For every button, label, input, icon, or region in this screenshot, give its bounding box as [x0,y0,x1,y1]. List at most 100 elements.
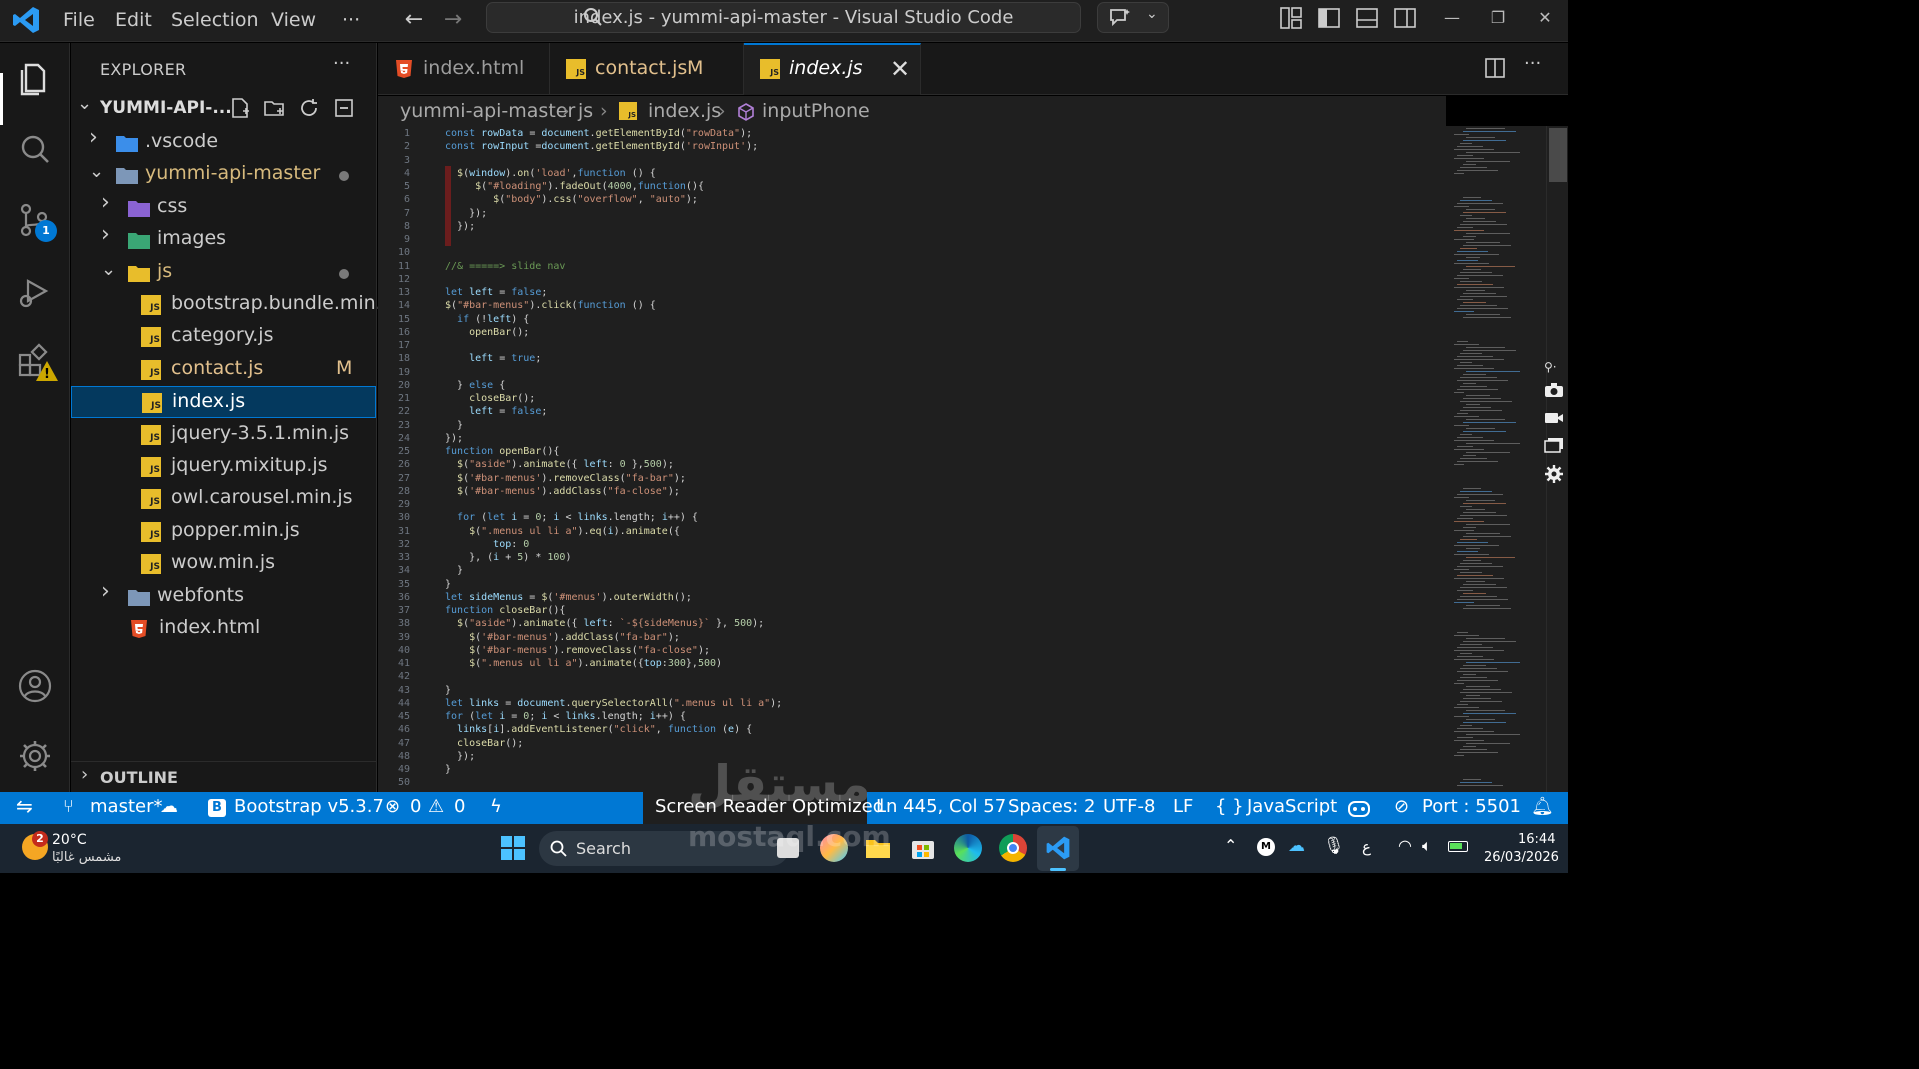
copilot-button[interactable]: ⌄ [1097,2,1169,33]
close-tab-icon[interactable]: ✕ [890,55,910,83]
tree-folder[interactable]: › images [71,222,376,256]
close-window-icon[interactable]: ✕ [1530,6,1560,30]
tree-file[interactable]: JS jquery-3.5.1.min.js [71,419,376,451]
menu-more[interactable]: ··· [338,7,364,33]
forward-arrow-icon[interactable]: → [440,6,466,34]
toggle-primary-sidebar-icon[interactable] [1317,6,1341,30]
vscode-app-icon[interactable] [1044,834,1072,862]
tab-index-html[interactable]: index.html [378,43,550,95]
tree-file[interactable]: JS contact.js M [71,354,376,386]
explorer-files-icon[interactable] [14,57,56,99]
toggle-secondary-sidebar-icon[interactable] [1393,6,1417,30]
run-debug-icon[interactable] [14,271,56,313]
branch-status[interactable]: master* [90,796,162,817]
wifi-icon[interactable]: ◠ [1398,836,1412,855]
toggle-panel-icon[interactable] [1355,6,1379,30]
video-camera-icon[interactable] [1544,410,1564,426]
new-file-icon[interactable] [229,97,251,119]
encoding[interactable]: UTF-8 [1103,796,1155,817]
minimize-icon[interactable]: — [1437,6,1467,30]
tree-file[interactable]: JS index.js [71,386,376,419]
js-icon: JS [141,521,161,542]
tree-file[interactable]: JS jquery.mixitup.js [71,451,376,483]
braces-icon: { } [1215,796,1244,817]
menu-selection[interactable]: Selection [167,7,263,33]
search-activity-icon[interactable] [14,129,56,171]
back-arrow-icon[interactable]: ← [401,6,427,34]
cloud-sync-icon[interactable]: ☁ [160,796,178,817]
editor-more-icon[interactable]: ··· [1524,53,1541,74]
volume-icon[interactable]: 🔈︎ [1422,836,1432,856]
error-count[interactable]: 0 [410,796,421,817]
settings-gear-icon[interactable] [14,735,56,777]
copilot-icon[interactable] [1346,797,1372,819]
code-editor[interactable]: 1 const rowData = document.getElementById… [378,126,1446,792]
tab-index-js[interactable]: JS index.js ✕ [744,43,921,95]
tab-contact-js[interactable]: JS contact.js M [550,43,744,95]
scroll-thumb[interactable] [1549,128,1567,182]
window-icon[interactable] [1544,437,1564,453]
cursor-position[interactable]: Ln 445, Col 57 [876,796,1006,817]
command-center[interactable]: index.js - yummi-api-master - Visual Stu… [486,2,1081,33]
tree-file[interactable]: JS wow.min.js [71,548,376,580]
bootstrap-status[interactable]: Bootstrap v5.3.7 [234,796,384,817]
tree-folder[interactable]: › .vscode [71,125,376,159]
language-indicator[interactable]: ع [1362,838,1371,856]
menu-edit[interactable]: Edit [111,7,156,33]
breadcrumb-symbol[interactable]: inputPhone [762,100,870,122]
microsoft-store-icon[interactable] [909,834,937,862]
outline-section[interactable]: › OUTLINE [71,761,376,791]
indentation[interactable]: Spaces: 2 [1008,796,1095,817]
accounts-icon[interactable] [14,665,56,707]
tree-file[interactable]: JS owl.carousel.min.js [71,483,376,515]
clock-date[interactable]: 26/03/2026 [1484,850,1559,865]
menu-view[interactable]: View [267,7,320,33]
pin-icon[interactable]: ⚲· [1544,360,1557,374]
camera-icon[interactable] [1544,382,1564,398]
remote-indicator[interactable]: ⇋ [0,792,54,824]
clock-time[interactable]: 16:44 [1518,832,1555,847]
menu-file[interactable]: File [59,7,99,33]
breadcrumb-folder[interactable]: yummi-api-master [400,100,575,122]
customize-layout-icon[interactable] [1279,6,1303,30]
battery-icon[interactable] [1448,841,1468,852]
new-folder-icon[interactable] [263,97,285,119]
tree-file[interactable]: index.html [71,613,376,645]
end-of-line[interactable]: LF [1173,796,1193,817]
explorer-more-button[interactable]: ··· [333,53,350,74]
minimap-line [1457,356,1493,357]
microphone-icon[interactable]: 🎙︎ [1323,836,1345,856]
tree-folder[interactable]: ⌄ yummi-api-master [71,159,376,191]
folder-icon [115,133,139,153]
minimap-line [1466,581,1485,582]
tree-folder[interactable]: › css [71,190,376,224]
minimap[interactable] [1446,126,1546,792]
tree-file[interactable]: JS bootstrap.bundle.min.js [71,289,397,321]
language-mode[interactable]: JavaScript [1247,796,1337,817]
chevron-up-icon[interactable]: ⌃ [1224,836,1237,855]
windows-start-icon[interactable] [499,834,527,862]
gear-icon[interactable] [1544,464,1564,484]
edge-browser-icon[interactable] [954,834,982,862]
split-editor-icon[interactable] [1484,57,1506,79]
warning-count[interactable]: 0 [454,796,465,817]
breadcrumb-js[interactable]: js [578,100,593,122]
chevron-down-icon: ⌄ [1146,6,1158,22]
tree-folder[interactable]: › webfonts [71,579,376,613]
tree-file[interactable]: JS category.js [71,321,376,353]
live-server-port[interactable]: Port : 5501 [1422,796,1521,817]
chrome-browser-icon[interactable] [999,834,1027,862]
tree-folder[interactable]: ⌄ js [71,257,376,289]
project-header[interactable]: ⌄ YUMMI-API-... [71,93,376,123]
tree-file[interactable]: JS popper.min.js [71,516,376,548]
bell-icon[interactable]: 🔔︎ [1531,796,1554,817]
minimap-line [1460,248,1477,249]
breadcrumb-file[interactable]: index.js [648,100,721,122]
weather-temp[interactable]: 20°C [52,832,87,848]
mail-m-icon[interactable]: M [1257,838,1275,856]
collapse-all-icon[interactable] [333,97,355,119]
lightning-icon[interactable]: ϟ [490,796,502,817]
cloud-icon[interactable]: ☁ [1288,836,1305,856]
refresh-icon[interactable] [298,97,320,119]
restore-icon[interactable]: ❐ [1483,6,1513,30]
